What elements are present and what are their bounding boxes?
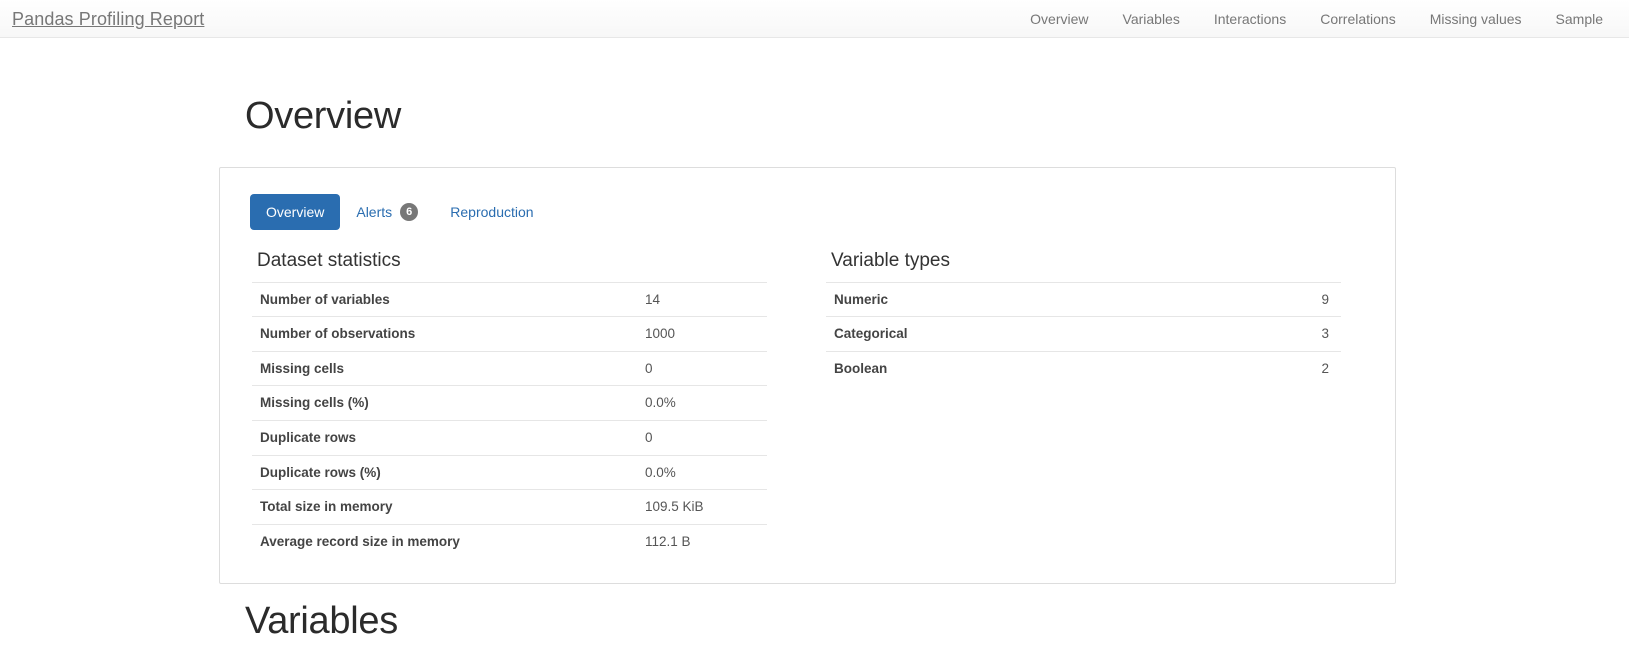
dataset-statistics-table: Number of variables 14 Number of observa…	[252, 282, 767, 558]
type-label: Categorical	[834, 326, 908, 342]
tab-alerts[interactable]: Alerts 6	[340, 192, 434, 232]
variable-types-table: Numeric 9 Categorical 3 Boolean 2	[826, 282, 1341, 386]
table-row: Total size in memory 109.5 KiB	[252, 489, 767, 525]
stat-label: Number of observations	[260, 326, 416, 342]
variable-types-column: Variable types Numeric 9 Categorical 3 B…	[826, 250, 1373, 558]
table-row: Average record size in memory 112.1 B	[252, 524, 767, 558]
type-value: 3	[1321, 326, 1329, 342]
navbar-links: Overview Variables Interactions Correlat…	[1013, 12, 1615, 26]
stat-label: Duplicate rows	[260, 429, 357, 445]
stat-value: 0	[645, 360, 653, 376]
table-row: Numeric 9	[826, 282, 1341, 317]
stat-label: Number of variables	[260, 291, 390, 307]
page-title: Overview	[245, 95, 401, 137]
stat-label: Missing cells (%)	[260, 395, 369, 411]
stat-value: 14	[645, 291, 661, 307]
variables-section-title: Variables	[245, 600, 398, 642]
nav-link-interactions[interactable]: Interactions	[1197, 12, 1303, 26]
card-tabs: Overview Alerts 6 Reproduction	[250, 192, 1373, 232]
nav-link-overview[interactable]: Overview	[1013, 12, 1105, 26]
table-row: Boolean 2	[826, 351, 1341, 385]
stat-value: 0.0%	[645, 395, 676, 411]
variable-types-heading: Variable types	[831, 250, 950, 271]
table-row: Categorical 3	[826, 316, 1341, 352]
stat-label: Total size in memory	[260, 499, 393, 515]
stat-label: Average record size in memory	[260, 533, 460, 549]
type-value: 2	[1321, 360, 1329, 376]
type-label: Boolean	[834, 360, 888, 376]
dataset-statistics-heading: Dataset statistics	[257, 250, 401, 271]
top-navbar: Pandas Profiling Report Overview Variabl…	[0, 0, 1629, 38]
table-row: Number of variables 14	[252, 282, 767, 317]
table-row: Number of observations 1000	[252, 316, 767, 352]
stat-label: Duplicate rows (%)	[260, 464, 381, 480]
table-row: Duplicate rows (%) 0.0%	[252, 455, 767, 490]
stat-value: 0.0%	[645, 464, 676, 480]
stat-value: 0	[645, 429, 653, 445]
type-label: Numeric	[834, 291, 889, 307]
table-row: Missing cells 0	[252, 351, 767, 386]
navbar-brand[interactable]: Pandas Profiling Report	[12, 10, 204, 28]
tab-overview[interactable]: Overview	[250, 194, 341, 230]
overview-card: Overview Alerts 6 Reproduction Dataset s…	[219, 167, 1396, 584]
tab-reproduction-label: Reproduction	[450, 204, 534, 220]
tab-alerts-label: Alerts	[356, 204, 393, 220]
table-row: Duplicate rows 0	[252, 420, 767, 455]
stat-value: 109.5 KiB	[645, 499, 704, 515]
alerts-count-badge: 6	[400, 203, 419, 221]
nav-link-correlations[interactable]: Correlations	[1303, 12, 1412, 26]
nav-link-variables[interactable]: Variables	[1106, 12, 1197, 26]
overview-card-body: Overview Alerts 6 Reproduction Dataset s…	[220, 168, 1395, 558]
tab-reproduction[interactable]: Reproduction	[434, 194, 549, 230]
dataset-statistics-column: Dataset statistics Number of variables 1…	[252, 250, 799, 558]
type-value: 9	[1321, 291, 1329, 307]
stat-value: 1000	[645, 326, 676, 342]
table-row: Missing cells (%) 0.0%	[252, 385, 767, 421]
statistics-row: Dataset statistics Number of variables 1…	[242, 250, 1373, 558]
tab-overview-label: Overview	[266, 204, 325, 220]
stat-label: Missing cells	[260, 360, 345, 376]
nav-link-sample[interactable]: Sample	[1539, 12, 1615, 26]
stat-value: 112.1 B	[645, 533, 691, 549]
nav-link-missing-values[interactable]: Missing values	[1413, 12, 1539, 26]
